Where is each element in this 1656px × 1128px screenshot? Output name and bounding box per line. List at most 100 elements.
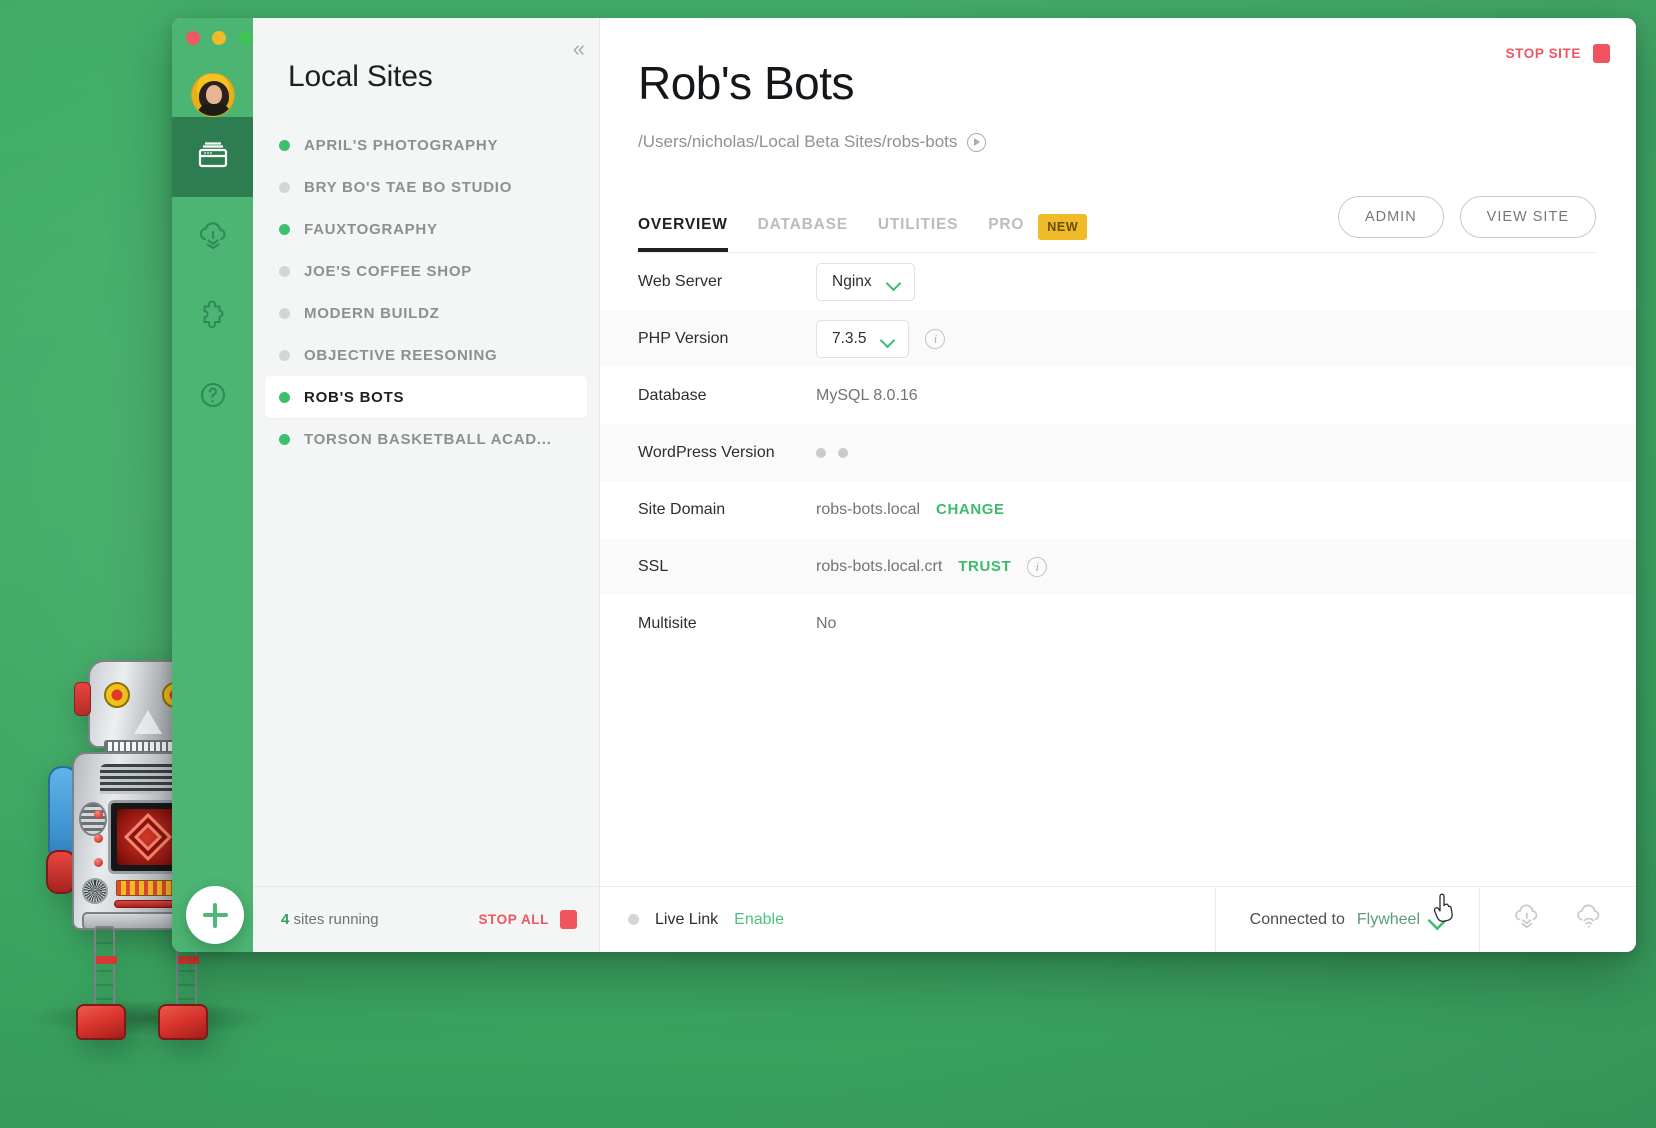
site-list-item[interactable]: FAUXTOGRAPHY <box>253 208 599 250</box>
detail-value: Nginx <box>816 262 915 301</box>
detail-key: PHP Version <box>638 329 729 347</box>
admin-button[interactable]: ADMIN <box>1337 196 1444 238</box>
tab-overview[interactable]: OVERVIEW <box>638 216 728 252</box>
detail-value: MySQL 8.0.16 <box>816 387 918 405</box>
site-name: TORSON BASKETBALL ACAD... <box>304 430 552 448</box>
site-name: OBJECTIVE REESONING <box>304 346 498 364</box>
view-site-button[interactable]: VIEW SITE <box>1459 196 1596 238</box>
bottom-bar: Live Link Enable Connected to Flywheel <box>600 886 1636 952</box>
overview-details: Web Server Nginx PHP Version 7.3.5 i Dat… <box>600 253 1636 886</box>
question-icon <box>194 376 232 419</box>
detail-key: Web Server <box>638 272 723 290</box>
stop-all-button[interactable]: STOP ALL <box>478 910 577 929</box>
multisite-value: No <box>816 614 837 632</box>
main-panel: STOP SITE Rob's Bots /Users/nicholas/Loc… <box>600 18 1636 952</box>
add-site-button[interactable] <box>186 886 244 944</box>
sites-running-status: 4 sites running <box>281 911 379 928</box>
close-window-button[interactable] <box>186 31 200 45</box>
detail-row-web-server: Web Server Nginx <box>600 253 1636 310</box>
php-version-select[interactable]: 7.3.5 <box>816 319 910 358</box>
live-link-section: Live Link Enable <box>600 887 1215 952</box>
page-title: Rob's Bots <box>638 57 855 109</box>
tabs-row: OVERVIEW DATABASE UTILITIES PRO NEW ADMI… <box>638 196 1596 253</box>
detail-row-wordpress-version: WordPress Version <box>600 424 1636 481</box>
chevron-down-icon <box>882 335 895 343</box>
cloud-icon <box>194 216 232 259</box>
status-dot <box>279 223 290 235</box>
avatar[interactable] <box>190 73 235 117</box>
window-traffic-lights <box>186 31 252 45</box>
site-list: APRIL'S PHOTOGRAPHY BRY BO'S TAE BO STUD… <box>253 124 599 886</box>
new-badge: NEW <box>1038 214 1088 240</box>
sidebar-title: Local Sites <box>288 60 433 93</box>
running-count: 4 <box>281 911 290 928</box>
stop-site-button[interactable]: STOP SITE <box>1506 44 1610 63</box>
info-icon[interactable]: i <box>925 328 946 349</box>
stop-all-label: STOP ALL <box>478 912 549 927</box>
site-name: APRIL'S PHOTOGRAPHY <box>304 136 499 154</box>
cloud-pull-icon[interactable] <box>1510 900 1544 939</box>
rail-item-sites[interactable] <box>172 117 253 197</box>
site-name: ROB'S BOTS <box>304 388 405 406</box>
change-domain-link[interactable]: CHANGE <box>936 501 1005 518</box>
site-list-item[interactable]: APRIL'S PHOTOGRAPHY <box>253 124 599 166</box>
connected-account-dropdown[interactable]: Connected to Flywheel <box>1214 887 1480 952</box>
site-name: MODERN BUILDZ <box>304 304 440 322</box>
status-dot <box>279 391 290 403</box>
stop-square-icon <box>1593 44 1610 63</box>
site-list-item[interactable]: OBJECTIVE REESONING <box>253 334 599 376</box>
chevron-down-icon <box>1430 913 1446 923</box>
connected-service: Flywheel <box>1356 910 1420 928</box>
rail-item-help[interactable] <box>172 357 253 437</box>
header-actions: ADMIN VIEW SITE <box>1337 196 1596 252</box>
status-dot <box>279 265 290 277</box>
site-list-item-selected[interactable]: ROB'S BOTS <box>265 376 587 418</box>
sites-icon <box>194 136 232 179</box>
live-link-status-dot <box>628 914 639 925</box>
trust-ssl-link[interactable]: TRUST <box>958 558 1011 575</box>
puzzle-icon <box>194 296 232 339</box>
detail-key: WordPress Version <box>638 443 775 461</box>
web-server-select[interactable]: Nginx <box>816 262 915 301</box>
detail-row-database: Database MySQL 8.0.16 <box>600 367 1636 424</box>
detail-row-php-version: PHP Version 7.3.5 i <box>600 310 1636 367</box>
connected-prefix: Connected to <box>1249 910 1345 928</box>
chevron-double-left-icon[interactable]: « <box>573 38 585 60</box>
live-link-enable-button[interactable]: Enable <box>734 911 784 929</box>
detail-key: Database <box>638 386 707 404</box>
php-version-value: 7.3.5 <box>832 329 867 347</box>
open-folder-icon[interactable] <box>967 132 987 152</box>
chevron-down-icon <box>888 278 901 286</box>
site-list-item[interactable]: MODERN BUILDZ <box>253 292 599 334</box>
status-dot <box>279 349 290 361</box>
live-link-label: Live Link <box>655 910 719 928</box>
site-list-item[interactable]: JOE'S COFFEE SHOP <box>253 250 599 292</box>
status-dot <box>279 307 290 319</box>
rail-item-add-ons[interactable] <box>172 277 253 357</box>
tabs: OVERVIEW DATABASE UTILITIES PRO NEW <box>638 214 1088 252</box>
detail-value: No <box>816 615 836 633</box>
info-icon[interactable]: i <box>1027 556 1048 577</box>
status-dot <box>279 181 290 193</box>
rail-item-cloud-backups[interactable] <box>172 197 253 277</box>
status-dot <box>279 433 290 445</box>
stop-square-icon <box>560 910 577 929</box>
tab-database[interactable]: DATABASE <box>758 216 848 250</box>
detail-key: Site Domain <box>638 500 726 518</box>
main-header: STOP SITE Rob's Bots /Users/nicholas/Loc… <box>600 18 1636 253</box>
bottom-bar-icons <box>1480 887 1636 952</box>
detail-row-ssl: SSL robs-bots.local.crt TRUST i <box>600 538 1636 595</box>
detail-value <box>816 447 848 458</box>
minimize-window-button[interactable] <box>212 31 226 45</box>
web-server-value: Nginx <box>832 272 872 290</box>
tab-utilities[interactable]: UTILITIES <box>878 216 958 250</box>
ssl-value: robs-bots.local.crt <box>816 557 943 575</box>
left-icon-rail <box>172 18 253 952</box>
tab-pro[interactable]: PRO <box>988 216 1024 250</box>
site-list-item[interactable]: BRY BO'S TAE BO STUDIO <box>253 166 599 208</box>
cloud-push-icon[interactable] <box>1572 900 1606 939</box>
site-list-item[interactable]: TORSON BASKETBALL ACAD... <box>253 418 599 460</box>
detail-row-multisite: Multisite No <box>600 595 1636 652</box>
maximize-window-button[interactable] <box>238 31 252 45</box>
sites-sidebar: « Local Sites APRIL'S PHOTOGRAPHY BRY BO… <box>253 18 600 952</box>
